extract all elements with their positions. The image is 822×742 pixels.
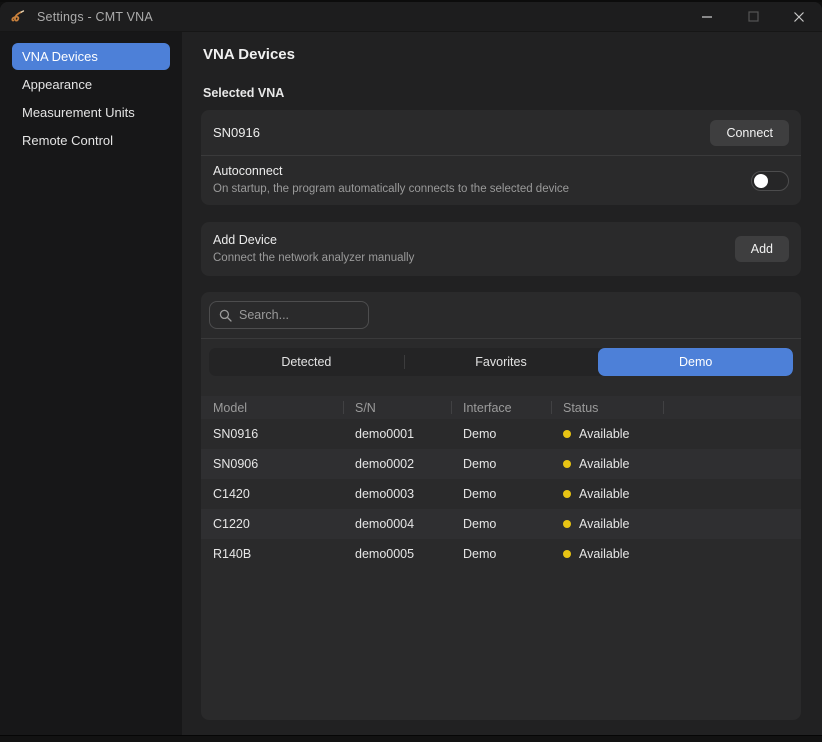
minimize-button[interactable]: [684, 2, 730, 31]
status-available-icon: [563, 520, 571, 528]
sidebar-item-vna-devices[interactable]: VNA Devices: [12, 43, 170, 70]
status-label: Available: [579, 427, 630, 441]
status-available-icon: [563, 490, 571, 498]
maximize-button[interactable]: [730, 2, 776, 31]
cell-model: C1220: [201, 509, 343, 539]
table-row[interactable]: SN0906 demo0002 Demo Available: [201, 449, 801, 479]
sidebar-item-label: Remote Control: [22, 133, 113, 148]
status-label: Available: [579, 457, 630, 471]
sidebar-item-appearance[interactable]: Appearance: [12, 71, 170, 98]
cell-interface: Demo: [451, 509, 551, 539]
table-row[interactable]: R140B demo0005 Demo Available: [201, 539, 801, 569]
settings-content: VNA Devices Selected VNA SN0916 Connect …: [182, 32, 822, 735]
column-header-empty: [663, 396, 801, 419]
cell-sn: demo0003: [343, 479, 451, 509]
add-device-text: Add Device Connect the network analyzer …: [213, 232, 414, 266]
sidebar-item-label: Appearance: [22, 77, 92, 92]
tab-detected[interactable]: Detected: [209, 348, 404, 376]
status-label: Available: [579, 517, 630, 531]
cell-sn: demo0005: [343, 539, 451, 569]
tab-favorites[interactable]: Favorites: [404, 348, 599, 376]
device-tabs-wrap: Detected Favorites Demo: [201, 339, 801, 376]
toggle-knob: [754, 174, 768, 188]
cell-empty: [663, 419, 801, 449]
autoconnect-row: Autoconnect On startup, the program auto…: [201, 156, 801, 205]
status-label: Available: [579, 487, 630, 501]
sidebar-item-measurement-units[interactable]: Measurement Units: [12, 99, 170, 126]
tab-demo[interactable]: Demo: [598, 348, 793, 376]
cell-empty: [663, 509, 801, 539]
cell-status: Available: [551, 509, 663, 539]
cell-status: Available: [551, 419, 663, 449]
search-icon: [219, 309, 232, 322]
table-row[interactable]: SN0916 demo0001 Demo Available: [201, 419, 801, 449]
column-header-model: Model: [201, 396, 343, 419]
cell-empty: [663, 479, 801, 509]
app-logo-icon: [10, 9, 28, 25]
cell-sn: demo0001: [343, 419, 451, 449]
desktop-edge-bottom: [0, 735, 822, 742]
device-table-wrap: Model S/N Interface Status SN0916: [201, 396, 801, 720]
cell-status: Available: [551, 479, 663, 509]
status-available-icon: [563, 430, 571, 438]
selected-vna-section-label: Selected VNA: [203, 86, 801, 100]
cell-model: SN0916: [201, 419, 343, 449]
autoconnect-description: On startup, the program automatically co…: [213, 182, 569, 198]
selected-vna-card: SN0916 Connect Autoconnect On startup, t…: [201, 110, 801, 205]
add-device-row: Add Device Connect the network analyzer …: [201, 222, 801, 276]
cell-empty: [663, 539, 801, 569]
search-box[interactable]: [209, 301, 369, 329]
window-title: Settings - CMT VNA: [37, 10, 153, 24]
cell-interface: Demo: [451, 539, 551, 569]
sidebar-item-remote-control[interactable]: Remote Control: [12, 127, 170, 154]
selected-device-name: SN0916: [213, 125, 260, 140]
tab-label: Demo: [679, 355, 712, 369]
sidebar-item-label: Measurement Units: [22, 105, 135, 120]
settings-sidebar: VNA Devices Appearance Measurement Units…: [0, 32, 182, 735]
settings-window: Settings - CMT VNA VNA Devices: [0, 2, 822, 735]
table-row[interactable]: C1220 demo0004 Demo Available: [201, 509, 801, 539]
cell-model: SN0906: [201, 449, 343, 479]
cell-status: Available: [551, 449, 663, 479]
cell-status: Available: [551, 539, 663, 569]
search-row: [201, 292, 801, 338]
table-row[interactable]: C1420 demo0003 Demo Available: [201, 479, 801, 509]
cell-sn: demo0004: [343, 509, 451, 539]
window-controls: [684, 2, 822, 31]
status-available-icon: [563, 460, 571, 468]
device-table: Model S/N Interface Status SN0916: [201, 396, 801, 569]
screen: Settings - CMT VNA VNA Devices: [0, 0, 822, 742]
device-tabs: Detected Favorites Demo: [209, 348, 793, 376]
autoconnect-text: Autoconnect On startup, the program auto…: [213, 163, 569, 197]
cell-empty: [663, 449, 801, 479]
tab-label: Detected: [281, 355, 331, 369]
close-button[interactable]: [776, 2, 822, 31]
add-button[interactable]: Add: [735, 236, 789, 262]
table-header-row: Model S/N Interface Status: [201, 396, 801, 419]
add-device-card: Add Device Connect the network analyzer …: [201, 222, 801, 276]
cell-model: C1420: [201, 479, 343, 509]
add-device-description: Connect the network analyzer manually: [213, 251, 414, 267]
tab-label: Favorites: [475, 355, 526, 369]
column-header-status: Status: [551, 396, 663, 419]
autoconnect-title: Autoconnect: [213, 163, 569, 180]
cell-interface: Demo: [451, 419, 551, 449]
add-device-title: Add Device: [213, 232, 414, 249]
cell-interface: Demo: [451, 449, 551, 479]
selected-device-row: SN0916 Connect: [201, 110, 801, 155]
cell-interface: Demo: [451, 479, 551, 509]
page-title: VNA Devices: [203, 46, 801, 63]
autoconnect-toggle[interactable]: [751, 171, 789, 191]
connect-button[interactable]: Connect: [710, 120, 789, 146]
column-header-sn: S/N: [343, 396, 451, 419]
titlebar: Settings - CMT VNA: [0, 2, 822, 32]
cell-sn: demo0002: [343, 449, 451, 479]
column-header-interface: Interface: [451, 396, 551, 419]
cell-model: R140B: [201, 539, 343, 569]
device-browser-card: Detected Favorites Demo: [201, 292, 801, 720]
status-available-icon: [563, 550, 571, 558]
status-label: Available: [579, 547, 630, 561]
search-input[interactable]: [239, 308, 359, 322]
sidebar-item-label: VNA Devices: [22, 49, 98, 64]
